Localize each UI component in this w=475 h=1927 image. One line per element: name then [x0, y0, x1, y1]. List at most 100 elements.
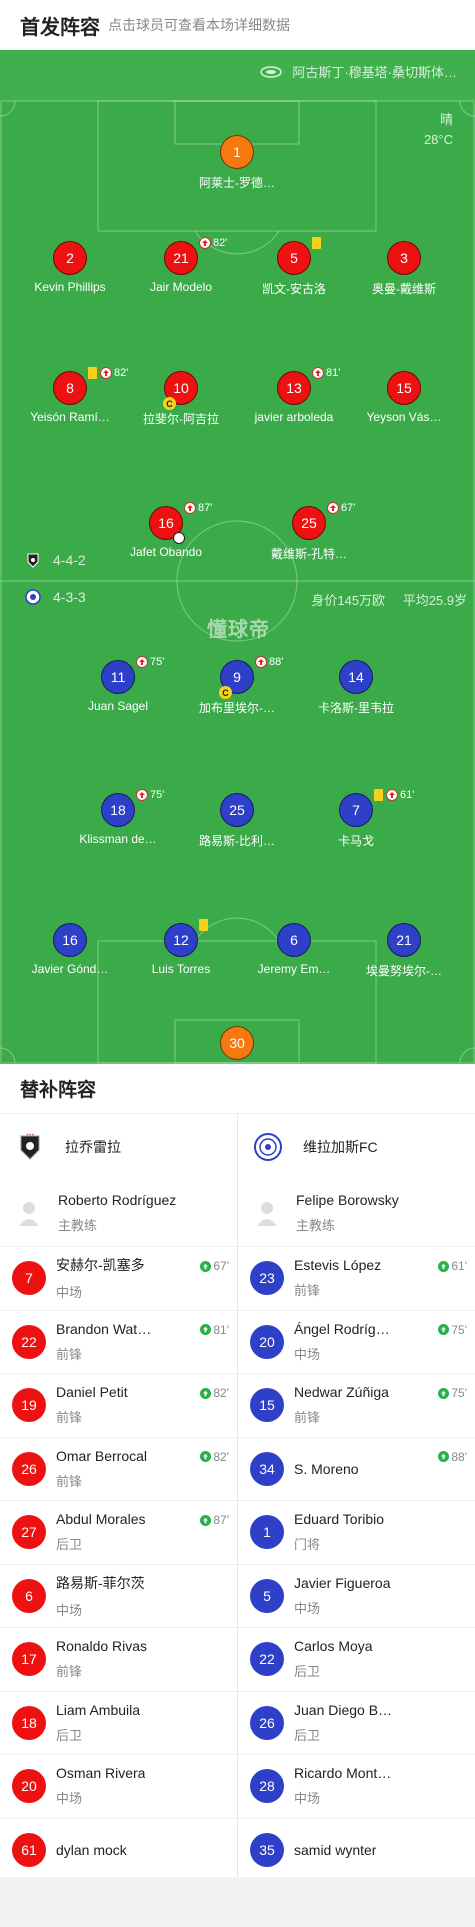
away-coach[interactable]: Felipe Borowsky 主教练	[238, 1180, 475, 1246]
sub-number: 34	[250, 1451, 284, 1486]
yellow-card-icon	[88, 367, 97, 379]
home-sub-row[interactable]: 7 安赫尔-凯塞多 中场 67'	[0, 1246, 237, 1310]
sub-name: Carlos Moya	[294, 1638, 373, 1655]
player-name: 埃曼努埃尔-…	[366, 964, 442, 978]
player-number: 14	[339, 660, 373, 694]
away-sub-row[interactable]: 28 Ricardo Mont… 中场	[238, 1754, 475, 1818]
home-player-2[interactable]: 2 Kevin Phillips	[10, 241, 130, 294]
home-team-header[interactable]: ★★★ 拉乔雷拉	[0, 1114, 237, 1180]
sub-minute: 75'	[150, 656, 165, 668]
sub-position: 前锋	[56, 1473, 83, 1489]
player-number: 9C	[219, 660, 254, 699]
home-sub-row[interactable]: 27 Abdul Morales 后卫 87'	[0, 1500, 237, 1564]
yellow-card-icon	[374, 789, 383, 801]
home-sub-row[interactable]: 6 路易斯-菲尔茨 中场	[0, 1563, 237, 1628]
home-player-10[interactable]: 10 C 拉斐尔-阿吉拉	[121, 371, 241, 427]
player-name: Klissman de…	[79, 832, 157, 846]
sub-in-time: 75'	[438, 1386, 467, 1400]
away-sub-row[interactable]: 23 Estevis López 前锋 61'	[238, 1246, 475, 1310]
sub-minute: 88'	[269, 656, 284, 668]
sub-name: Estevis López	[294, 1257, 382, 1274]
away-player-16[interactable]: 16 Javier Gónd…	[10, 923, 130, 976]
home-player-3[interactable]: 3 奥曼-戴维斯	[344, 241, 464, 297]
sub-position: 后卫	[56, 1537, 83, 1553]
sub-number: 26	[12, 1451, 46, 1486]
player-name: 阿莱士-罗德…	[199, 176, 275, 190]
home-player-8[interactable]: 8 82' Yeisón Ramí…	[10, 367, 130, 424]
away-team-name: 维拉加斯FC	[303, 1139, 378, 1155]
weather-condition: 晴	[439, 112, 453, 127]
home-formation-row: 4-4-2	[25, 552, 86, 568]
away-player-14[interactable]: 14 卡洛斯-里韦拉	[296, 660, 416, 716]
sub-in-time: 75'	[438, 1323, 467, 1337]
away-sub-row[interactable]: 15 Nedwar Zúñiga 前锋 75'	[238, 1373, 475, 1437]
away-player-7[interactable]: 7 61' 卡马戈	[296, 789, 416, 849]
player-events: 87'	[184, 502, 212, 514]
away-player-11[interactable]: 11 75' Juan Sagel	[58, 656, 178, 713]
away-player-21[interactable]: 21 埃曼努埃尔-…	[344, 923, 464, 979]
sub-position: 中场	[56, 1285, 83, 1301]
home-sub-row[interactable]: 17 Ronaldo Rivas 前锋	[0, 1627, 237, 1691]
away-player-9[interactable]: 9 C 88' 加布里埃尔-…	[177, 656, 297, 716]
captain-badge-icon: C	[219, 686, 232, 699]
home-player-25[interactable]: 25 67' 戴维斯-孔特…	[249, 502, 369, 562]
home-sub-row[interactable]: 61 dylan mock	[0, 1817, 237, 1882]
sub-on-icon	[438, 1260, 450, 1272]
sub-number: 20	[250, 1324, 284, 1359]
player-number: 1	[220, 135, 254, 169]
sub-in-time: 61'	[438, 1259, 467, 1273]
player-events: 75'	[136, 789, 164, 801]
home-player-16[interactable]: 16 87' Jafet Obando	[106, 502, 226, 559]
away-sub-row[interactable]: 35 samid wynter	[238, 1817, 475, 1882]
sub-number: 1	[250, 1515, 284, 1550]
home-sub-row[interactable]: 18 Liam Ambuila 后卫	[0, 1690, 237, 1755]
away-sub-row[interactable]: 5 Javier Figueroa 中场	[238, 1563, 475, 1628]
away-sub-row[interactable]: 1 Eduard Toribio 门将	[238, 1500, 475, 1564]
player-number: 5	[277, 241, 311, 275]
home-player-21[interactable]: 21 82' Jair Modelo	[121, 237, 241, 294]
away-coach-role: 主教练	[296, 1218, 336, 1233]
away-player-6[interactable]: 6 Jeremy Em…	[234, 923, 354, 976]
away-sub-row[interactable]: 22 Carlos Moya 后卫	[238, 1627, 475, 1691]
yellow-card-icon	[312, 237, 321, 249]
player-number: 15	[387, 371, 421, 405]
away-sub-row[interactable]: 26 Juan Diego B… 后卫	[238, 1690, 475, 1755]
home-sub-row[interactable]: 22 Brandon Wat… 前锋 81'	[0, 1309, 237, 1374]
away-player-18[interactable]: 18 75' Klissman de…	[58, 789, 178, 846]
away-player-30[interactable]: 30Berny Araya	[177, 1026, 297, 1064]
sub-name: 安赫尔-凯塞多	[56, 1257, 145, 1274]
sub-name: Ángel Rodríg…	[294, 1320, 390, 1337]
sub-position: 后卫	[294, 1664, 321, 1680]
player-events: 81'	[312, 367, 340, 379]
player-name: 加布里埃尔-…	[199, 701, 275, 715]
sub-name: Nedwar Zúñiga	[294, 1384, 389, 1401]
away-player-12[interactable]: 12 Luis Torres	[121, 919, 241, 976]
home-player-15[interactable]: 15 Yeyson Vás…	[344, 371, 464, 424]
sub-position: 前锋	[294, 1410, 321, 1426]
yellow-card-icon	[199, 919, 208, 931]
player-number: 12	[164, 923, 198, 957]
sub-off-icon	[312, 367, 324, 379]
home-coach[interactable]: Roberto Rodríguez 主教练	[0, 1180, 237, 1246]
home-team-logo-icon	[27, 553, 39, 568]
sub-name: dylan mock	[56, 1841, 127, 1858]
home-sub-row[interactable]: 19 Daniel Petit 前锋 82'	[0, 1373, 237, 1437]
sub-name: S. Moreno	[294, 1460, 359, 1477]
sub-on-icon	[200, 1387, 212, 1399]
away-sub-row[interactable]: 20 Ángel Rodríg… 中场 75'	[238, 1309, 475, 1374]
player-number: 16	[53, 923, 87, 957]
home-player-1[interactable]: 1 阿莱士-罗德…	[177, 135, 297, 191]
home-player-5[interactable]: 5 凯文-安古洛	[234, 237, 354, 297]
home-sub-row[interactable]: 26 Omar Berrocal 前锋 82'	[0, 1436, 237, 1501]
away-sub-row[interactable]: 34 S. Moreno 88'	[238, 1436, 475, 1501]
captain-badge-icon: C	[163, 397, 176, 410]
home-player-13[interactable]: 13 81' javier arboleda	[234, 367, 354, 424]
away-team-header[interactable]: 维拉加斯FC	[238, 1114, 475, 1180]
away-player-25[interactable]: 25 路易斯-比利…	[177, 793, 297, 849]
player-number: 8	[53, 371, 87, 405]
player-name: 卡洛斯-里韦拉	[318, 701, 394, 715]
svg-text:★★★: ★★★	[26, 1133, 34, 1137]
home-sub-row[interactable]: 20 Osman Rivera 中场	[0, 1754, 237, 1818]
sub-number: 18	[12, 1705, 46, 1740]
coach-avatar-icon	[19, 1202, 39, 1226]
